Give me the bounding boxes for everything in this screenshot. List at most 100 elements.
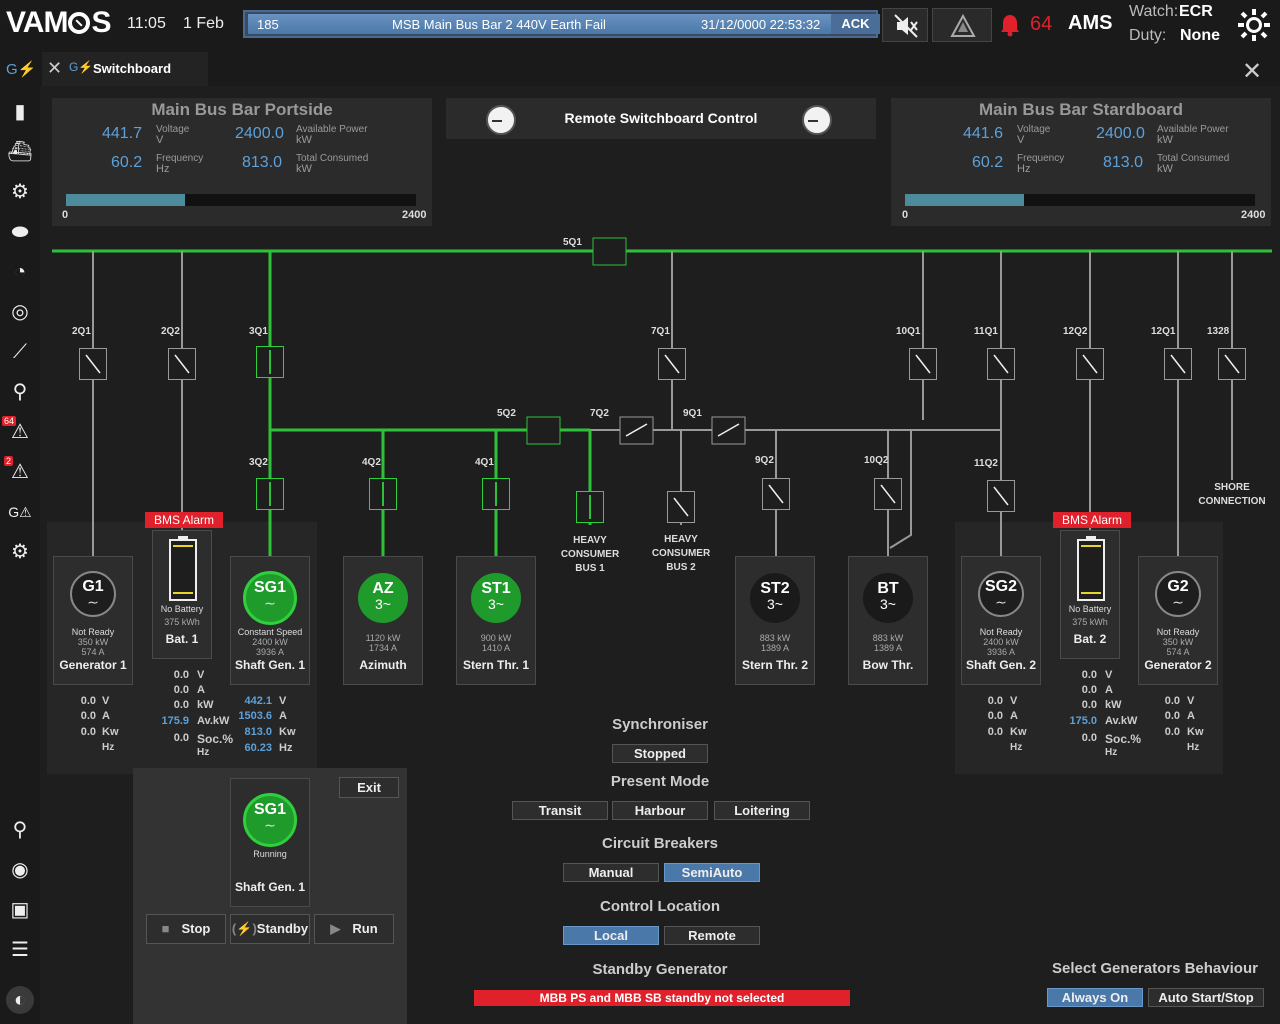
standby-button[interactable]: (⚡)Standby xyxy=(230,914,310,944)
standby-generator-title: Standby Generator xyxy=(592,961,728,978)
behaviour-always-on-button[interactable]: Always On xyxy=(1047,988,1143,1007)
shaft-gen-1-kw: 2400 kW xyxy=(252,637,288,647)
sg1-power-unit: Kw xyxy=(279,726,296,738)
present-mode-title: Present Mode xyxy=(610,773,710,790)
bat2-soc-unit: Soc.% xyxy=(1105,732,1142,746)
battery-1-name: Bat. 1 xyxy=(165,632,199,646)
stop-button[interactable]: ■ Stop xyxy=(146,914,226,944)
location-remote-button[interactable]: Remote xyxy=(664,926,760,945)
shore-connection-label: SHORE CONNECTION xyxy=(1198,482,1266,507)
breaker-11Q2[interactable] xyxy=(987,480,1015,512)
stern-thruster-2-tile[interactable]: ST2 3~ 883 kW 1389 A Stern Thr. 2 xyxy=(735,556,815,685)
g1-voltage: 0.0 xyxy=(80,695,96,707)
battery-1-icon xyxy=(169,536,197,601)
g1-frequency-unit: Hz xyxy=(102,742,115,753)
battery-2-tile[interactable]: No Battery 375 kWh Bat. 2 xyxy=(1060,530,1120,659)
generator-behaviour-title: Select Generators Behaviour xyxy=(1052,960,1258,977)
bat1-voltage-unit: V xyxy=(197,669,205,681)
g1-power: 0.0 xyxy=(80,726,96,738)
bat2-current: 0.0 xyxy=(1081,684,1097,696)
bat1-av-kw: 175.9 xyxy=(161,715,189,727)
bat1-soc: 0.0 xyxy=(173,732,189,744)
breakers-semiauto-button[interactable]: SemiAuto xyxy=(664,863,760,882)
breaker-4Q2[interactable] xyxy=(369,478,397,510)
label-1328: 1328 xyxy=(1207,326,1230,337)
breaker-12Q1[interactable] xyxy=(1164,348,1192,380)
breaker-12Q2[interactable] xyxy=(1076,348,1104,380)
stern-thruster-2-name: Stern Thr. 2 xyxy=(741,658,809,672)
bat2-soc: 0.0 xyxy=(1081,732,1097,744)
bat1-current-unit: A xyxy=(197,684,205,696)
location-local-button[interactable]: Local xyxy=(563,926,659,945)
popup-exit-button[interactable]: Exit xyxy=(339,777,399,798)
synchroniser-title: Synchroniser xyxy=(612,716,708,733)
mode-transit-button[interactable]: Transit xyxy=(512,801,608,820)
breakers-manual-button[interactable]: Manual xyxy=(563,863,659,882)
mode-loitering-button[interactable]: Loitering xyxy=(714,801,810,820)
bat2-power-unit: kW xyxy=(1105,699,1122,711)
shaft-gen-1-name: Shaft Gen. 1 xyxy=(234,658,305,672)
behaviour-auto-start-stop-button[interactable]: Auto Start/Stop xyxy=(1148,988,1264,1007)
breaker-heavy-consumer-2[interactable] xyxy=(667,491,695,523)
sg1-frequency: 60.23 xyxy=(244,742,272,754)
g2-voltage: 0.0 xyxy=(1164,695,1180,707)
breaker-10Q2[interactable] xyxy=(874,478,902,510)
shaft-gen-2-kw: 2400 kW xyxy=(983,637,1019,647)
generator-2-symbol: G2 ∼ xyxy=(1155,571,1201,617)
azimuth-tile[interactable]: AZ 3~ 1120 kW 1734 A Azimuth xyxy=(343,556,423,685)
breaker-9Q2[interactable] xyxy=(762,478,790,510)
circuit-breakers-title: Circuit Breakers xyxy=(602,835,718,852)
label-2Q2: 2Q2 xyxy=(161,326,180,337)
shaft-gen-2-name: Shaft Gen. 2 xyxy=(965,658,1036,672)
stern-thruster-1-amp: 1410 A xyxy=(481,643,511,653)
g2-current-unit: A xyxy=(1187,710,1195,722)
azimuth-name: Azimuth xyxy=(359,658,407,672)
breaker-7Q1[interactable] xyxy=(658,348,686,380)
sg1-power: 813.0 xyxy=(244,726,272,738)
bat2-power: 0.0 xyxy=(1081,699,1097,711)
g1-power-unit: Kw xyxy=(102,726,119,738)
bat1-power: 0.0 xyxy=(173,699,189,711)
heavy-consumer-bus-1-label: HEAVY CONSUMER BUS 1 xyxy=(560,535,620,574)
breaker-2Q2[interactable] xyxy=(168,348,196,380)
shaft-gen-2-tile[interactable]: SG2 ∼ Not Ready 2400 kW 3936 A Shaft Gen.… xyxy=(961,556,1041,685)
breaker-2Q1[interactable] xyxy=(79,348,107,380)
bat2-voltage-unit: V xyxy=(1105,669,1113,681)
battery-1-tile[interactable]: No Battery 375 kWh Bat. 1 xyxy=(152,530,212,659)
breaker-4Q1[interactable] xyxy=(482,478,510,510)
breaker-1328[interactable] xyxy=(1218,348,1246,380)
g2-frequency-unit: Hz xyxy=(1187,742,1200,753)
battery-2-kwh: 375 kWh xyxy=(1072,617,1108,627)
sg1-voltage: 442.1 xyxy=(244,695,272,707)
g1-current-unit: A xyxy=(102,710,110,722)
breaker-3Q1[interactable] xyxy=(256,346,284,378)
sg2-frequency-unit: Hz xyxy=(1010,742,1023,753)
shaft-gen-2-symbol: SG2 ∼ xyxy=(978,571,1024,617)
bat2-current-unit: A xyxy=(1105,684,1113,696)
stern-thruster-2-amp: 1389 A xyxy=(760,643,790,653)
generator-1-tile[interactable]: G1 ∼ Not Ready 350 kW 574 A Generator 1 xyxy=(53,556,133,685)
shaft-gen-2-amp: 3936 A xyxy=(986,647,1016,657)
synchroniser-state[interactable]: Stopped xyxy=(612,744,708,763)
run-button[interactable]: ▶ Run xyxy=(314,914,394,944)
label-9Q1: 9Q1 xyxy=(683,408,702,419)
bow-thruster-tile[interactable]: BT 3~ 883 kW 1389 A Bow Thr. xyxy=(848,556,928,685)
bat1-voltage: 0.0 xyxy=(173,669,189,681)
sg2-current-unit: A xyxy=(1010,710,1018,722)
label-11Q1: 11Q1 xyxy=(974,326,998,337)
generator-2-tile[interactable]: G2 ∼ Not Ready 350 kW 574 A Generator 2 xyxy=(1138,556,1218,685)
breaker-heavy-consumer-1[interactable] xyxy=(576,491,604,523)
popup-shaft-gen-symbol: SG1 ∼ xyxy=(243,793,297,847)
mode-harbour-button[interactable]: Harbour xyxy=(612,801,708,820)
bow-thruster-kw: 883 kW xyxy=(872,633,904,643)
breaker-10Q1[interactable] xyxy=(909,348,937,380)
breaker-3Q2[interactable] xyxy=(256,478,284,510)
shaft-gen-1-tile[interactable]: SG1 ∼ Constant Speed 2400 kW 3936 A Shaft… xyxy=(230,556,310,685)
generator-1-symbol: G1 ∼ xyxy=(70,571,116,617)
g2-power-unit: Kw xyxy=(1187,726,1204,738)
g2-current: 0.0 xyxy=(1164,710,1180,722)
stern-thruster-1-tile[interactable]: ST1 3~ 900 kW 1410 A Stern Thr. 1 xyxy=(456,556,536,685)
bat1-power-unit: kW xyxy=(197,699,214,711)
breaker-11Q1[interactable] xyxy=(987,348,1015,380)
sg1-current-unit: A xyxy=(279,710,287,722)
